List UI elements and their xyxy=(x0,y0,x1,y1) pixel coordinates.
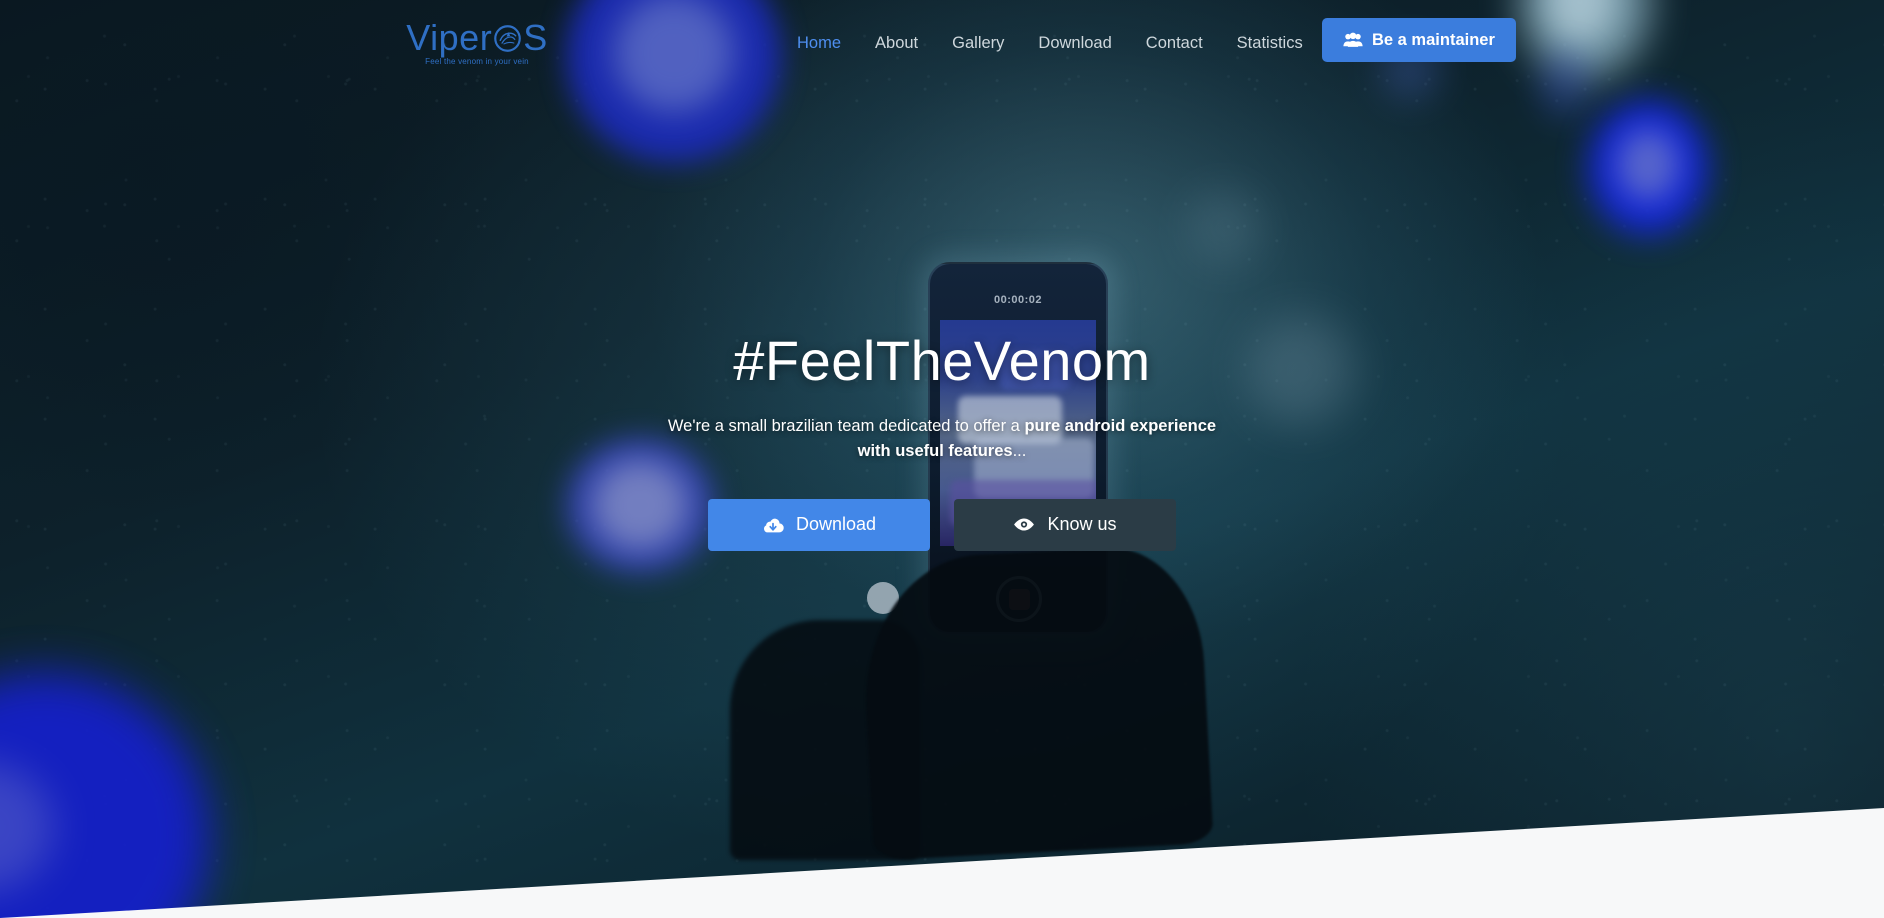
bokeh-orb-faint-upper xyxy=(1186,190,1262,266)
brand-name-second: S xyxy=(523,17,548,58)
nav-item-gallery[interactable]: Gallery xyxy=(935,0,1021,86)
eye-icon xyxy=(1013,517,1035,532)
nav-item-about[interactable]: About xyxy=(858,0,935,86)
be-a-maintainer-label: Be a maintainer xyxy=(1372,30,1495,49)
download-button[interactable]: Download xyxy=(708,498,930,551)
nav-item-home[interactable]: Home xyxy=(780,0,858,86)
brand-logo-row: Viper S xyxy=(406,20,547,56)
know-us-button[interactable]: Know us xyxy=(954,498,1176,551)
viper-circle-logo-icon xyxy=(493,24,522,53)
nav-item-download[interactable]: Download xyxy=(1021,0,1128,86)
know-us-button-label: Know us xyxy=(1047,514,1117,535)
nav-links: Home About Gallery Download Contact Stat… xyxy=(780,0,1320,86)
hero-title: #FeelTheVenom xyxy=(733,329,1151,392)
nav-item-statistics[interactable]: Statistics xyxy=(1220,0,1320,86)
be-a-maintainer-button[interactable]: Be a maintainer xyxy=(1322,18,1516,62)
hero-section: 00:00:02 Viper S Feel the venom in your … xyxy=(0,0,1884,918)
brand-name-first: Viper xyxy=(406,17,493,58)
recording-timer-label: 00:00:02 xyxy=(993,294,1043,306)
users-group-icon xyxy=(1343,32,1363,48)
hero-subtitle-lead: We're a small brazilian team dedicated t… xyxy=(667,416,1025,435)
hero-action-buttons: Download Know us xyxy=(0,498,1884,551)
hero-subtitle-trail: ... xyxy=(1012,442,1027,461)
hero-subtitle: We're a small brazilian team dedicated t… xyxy=(662,414,1222,465)
nav-item-contact[interactable]: Contact xyxy=(1129,0,1220,86)
brand-tagline: Feel the venom in your vein xyxy=(425,57,529,66)
hero-content: #FeelTheVenom We're a small brazilian te… xyxy=(0,330,1884,551)
hand-silhouette xyxy=(858,543,1214,861)
cloud-download-icon xyxy=(762,516,784,534)
download-button-label: Download xyxy=(795,514,877,535)
bokeh-orb-right-core xyxy=(1618,130,1678,200)
brand-logo-link[interactable]: Viper S Feel the venom in your vein xyxy=(402,18,552,68)
main-navbar: Viper S Feel the venom in your vein Home… xyxy=(0,0,1884,86)
